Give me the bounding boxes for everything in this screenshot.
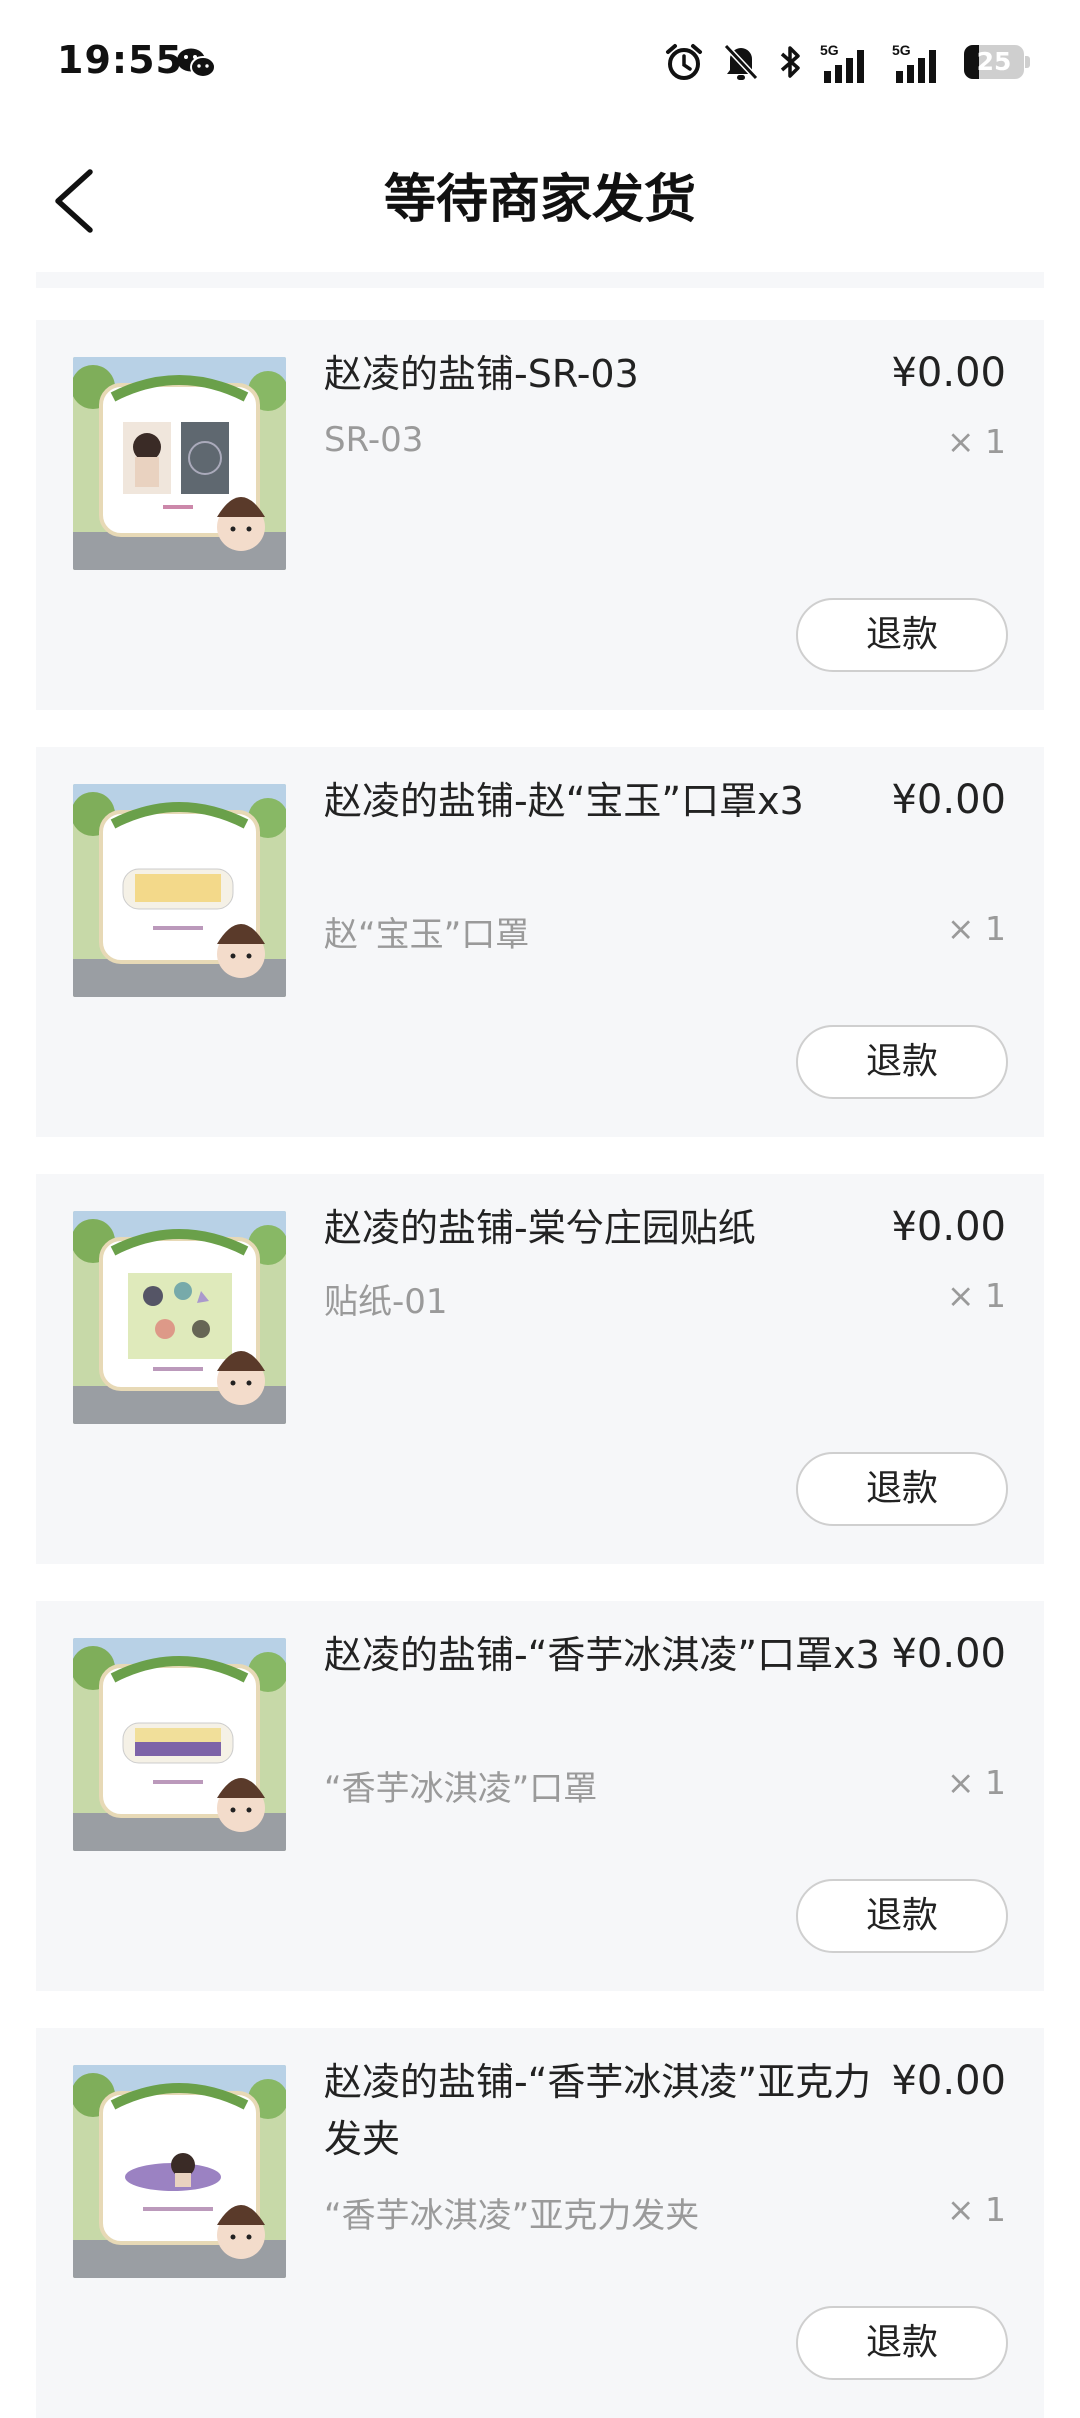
previous-card-edge <box>36 272 1044 288</box>
product-thumbnail[interactable] <box>73 357 286 570</box>
product-thumbnail[interactable] <box>73 1638 286 1851</box>
svg-text:5G: 5G <box>892 42 911 58</box>
order-item-card[interactable]: 赵凌的盐铺-“香芋冰淇凌”亚克力发夹 “香芋冰淇凌”亚克力发夹 ¥0.00 × … <box>36 2028 1044 2418</box>
refund-button[interactable]: 退款 <box>796 2306 1008 2380</box>
product-name: 赵凌的盐铺-SR-03 <box>324 352 639 396</box>
product-price: ¥0.00 <box>891 2058 1006 2104</box>
product-variant: 赵“宝玉”口罩 <box>324 915 530 955</box>
product-price: ¥0.00 <box>891 350 1006 396</box>
status-bar: 19:55 5G 5G 25 <box>0 0 1080 130</box>
product-variant: SR-03 <box>324 420 424 460</box>
bluetooth-icon <box>780 46 800 78</box>
svg-text:5G: 5G <box>820 42 839 58</box>
product-name: 赵凌的盐铺-赵“宝玉”口罩x3 <box>324 779 804 823</box>
product-variant: “香芋冰淇凌”亚克力发夹 <box>324 2196 700 2236</box>
product-quantity: × 1 <box>946 1763 1006 1802</box>
product-thumbnail[interactable] <box>73 1211 286 1424</box>
page-title: 等待商家发货 <box>383 170 696 230</box>
battery-icon: 25 <box>964 45 1030 79</box>
status-time: 19:55 <box>57 38 183 82</box>
refund-button[interactable]: 退款 <box>796 1879 1008 1953</box>
product-quantity: × 1 <box>946 2190 1006 2229</box>
product-variant: 贴纸-01 <box>324 1282 448 1322</box>
product-name: 赵凌的盐铺-棠兮庄园贴纸 <box>324 1206 756 1250</box>
wechat-icon <box>177 48 216 78</box>
order-item-card[interactable]: 赵凌的盐铺-棠兮庄园贴纸 贴纸-01 ¥0.00 × 1 退款 <box>36 1174 1044 1564</box>
alarm-icon <box>666 44 702 80</box>
product-thumbnail[interactable] <box>73 784 286 997</box>
refund-button[interactable]: 退款 <box>796 1452 1008 1526</box>
refund-button[interactable]: 退款 <box>796 598 1008 672</box>
product-price: ¥0.00 <box>891 1631 1006 1677</box>
signal-5g-icon-2: 5G <box>892 42 936 83</box>
refund-button[interactable]: 退款 <box>796 1025 1008 1099</box>
product-name: 赵凌的盐铺-“香芋冰淇凌”亚克力发夹 <box>324 2060 872 2161</box>
order-item-card[interactable]: 赵凌的盐铺-SR-03 SR-03 ¥0.00 × 1 退款 <box>36 320 1044 710</box>
order-item-card[interactable]: 赵凌的盐铺-“香芋冰淇凌”口罩x3 “香芋冰淇凌”口罩 ¥0.00 × 1 退款 <box>36 1601 1044 1991</box>
battery-level: 25 <box>976 47 1012 76</box>
product-name: 赵凌的盐铺-“香芋冰淇凌”口罩x3 <box>324 1633 880 1677</box>
nav-header: 等待商家发货 <box>0 130 1080 270</box>
product-quantity: × 1 <box>946 422 1006 461</box>
product-thumbnail[interactable] <box>73 2065 286 2278</box>
signal-5g-icon: 5G <box>820 42 864 83</box>
order-item-card[interactable]: 赵凌的盐铺-赵“宝玉”口罩x3 赵“宝玉”口罩 ¥0.00 × 1 退款 <box>36 747 1044 1137</box>
product-quantity: × 1 <box>946 909 1006 948</box>
mute-bell-icon <box>723 43 759 81</box>
product-price: ¥0.00 <box>891 1204 1006 1250</box>
product-price: ¥0.00 <box>891 777 1006 823</box>
product-quantity: × 1 <box>946 1276 1006 1315</box>
product-variant: “香芋冰淇凌”口罩 <box>324 1769 598 1809</box>
